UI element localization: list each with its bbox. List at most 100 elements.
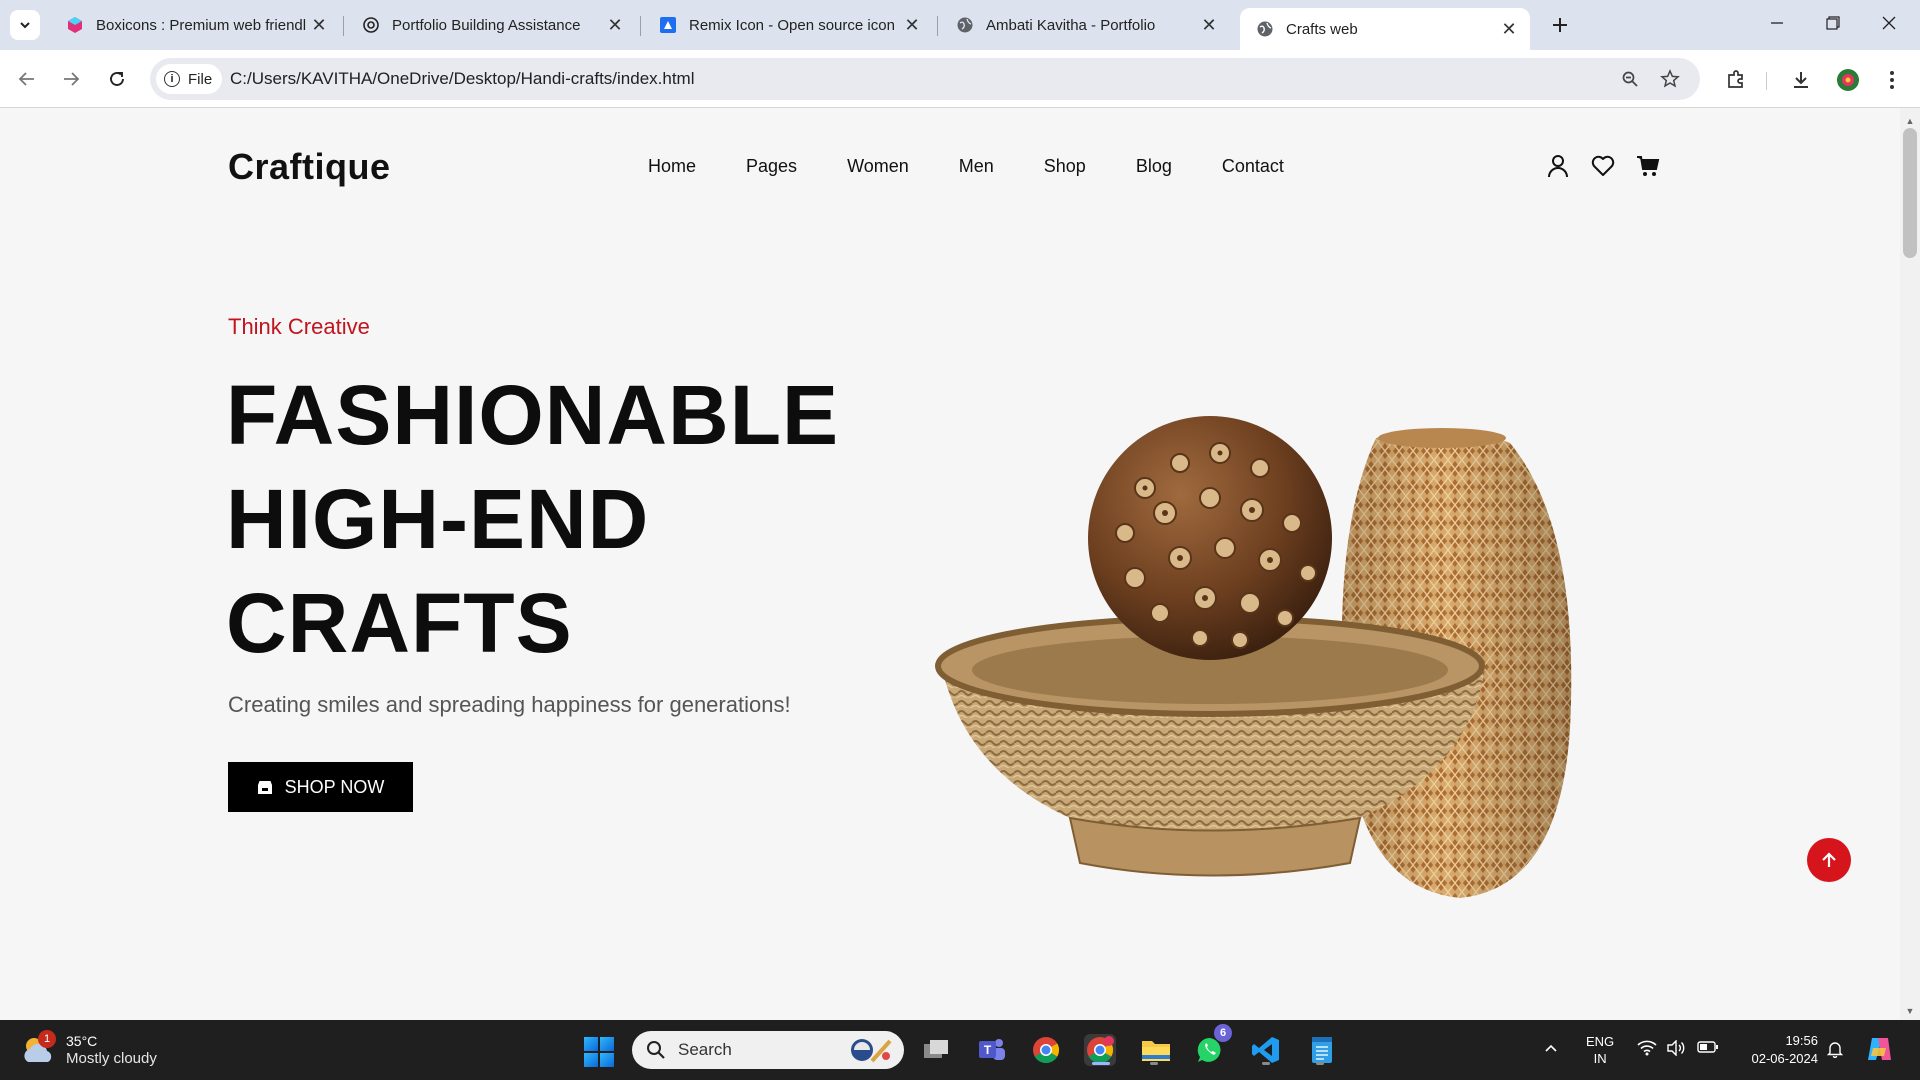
plus-icon [1553, 18, 1567, 32]
heart-icon[interactable] [1589, 152, 1617, 180]
scrollbar-thumb[interactable] [1903, 128, 1917, 258]
site-logo[interactable]: Craftique [228, 146, 391, 188]
close-tab-icon[interactable]: ✕ [1196, 15, 1222, 36]
tab-title: Remix Icon - Open source icon l [689, 16, 899, 34]
tab-divider [640, 16, 641, 36]
user-icon[interactable] [1544, 152, 1572, 180]
windows-logo-icon [600, 1053, 614, 1067]
tab-portfolio-assistance[interactable]: Portfolio Building Assistance ✕ [346, 8, 636, 42]
info-icon: i [164, 71, 180, 87]
wifi-icon[interactable] [1637, 1040, 1657, 1061]
back-button[interactable] [12, 64, 42, 94]
nav-pages[interactable]: Pages [746, 156, 797, 177]
download-icon[interactable] [1787, 66, 1815, 94]
start-button[interactable] [584, 1037, 614, 1067]
nav-blog[interactable]: Blog [1136, 156, 1172, 177]
tab-ambati-portfolio[interactable]: Ambati Kavitha - Portfolio ✕ [940, 8, 1230, 42]
close-tab-icon[interactable]: ✕ [1496, 19, 1522, 40]
language-indicator[interactable]: ENG IN [1586, 1033, 1614, 1067]
scroll-down-arrow-icon[interactable]: ▼ [1900, 1002, 1920, 1020]
language-code: ENG [1586, 1034, 1615, 1049]
store-icon [257, 781, 272, 794]
cart-icon[interactable] [1634, 152, 1662, 180]
minimize-icon [1771, 22, 1783, 24]
nav-contact[interactable]: Contact [1222, 156, 1284, 177]
active-app-indicator [1092, 1062, 1110, 1065]
address-bar[interactable]: i File C:/Users/KAVITHA/OneDrive/Desktop… [150, 58, 1700, 100]
site-info-chip[interactable]: i File [156, 64, 223, 94]
tab-remix-icon[interactable]: Remix Icon - Open source icon l ✕ [643, 8, 933, 42]
teams-icon[interactable]: T [976, 1034, 1008, 1066]
tab-title: Crafts web [1286, 20, 1358, 38]
search-icon [647, 1041, 665, 1059]
weather-condition: Mostly cloudy [66, 1050, 157, 1067]
restore-icon [1826, 16, 1840, 30]
nav-men[interactable]: Men [959, 156, 994, 177]
arrow-left-icon [18, 72, 34, 86]
tab-divider [343, 16, 344, 36]
minimize-button[interactable] [1750, 8, 1804, 38]
notifications-icon[interactable] [1826, 1040, 1844, 1063]
system-clock[interactable]: 19:56 02-06-2024 [1738, 1032, 1819, 1068]
extensions-icon[interactable] [1722, 66, 1750, 94]
tab-divider [937, 16, 938, 36]
new-tab-button[interactable] [1545, 10, 1575, 40]
cloudy-weather-icon: 1 [20, 1030, 56, 1066]
whatsapp-icon[interactable]: 6 [1194, 1024, 1232, 1066]
running-app-indicator [1150, 1062, 1158, 1065]
profile-avatar-icon[interactable] [1834, 66, 1862, 94]
chevron-up-icon[interactable] [1543, 1040, 1559, 1061]
weather-badge: 1 [38, 1030, 56, 1048]
copilot-icon[interactable] [1864, 1034, 1894, 1069]
headline-line: CRAFTS [226, 576, 573, 670]
browser-tab-bar: Boxicons : Premium web friendl ✕ Portfol… [0, 0, 1920, 50]
back-to-top-button[interactable] [1807, 838, 1851, 882]
nav-home[interactable]: Home [648, 156, 696, 177]
weather-widget[interactable]: 1 35°C Mostly cloudy [20, 1030, 157, 1068]
hero-crafts-image [935, 416, 1572, 898]
running-app-indicator [1262, 1062, 1270, 1065]
task-view-icon[interactable] [920, 1034, 952, 1066]
shop-now-button[interactable]: SHOP NOW [228, 762, 413, 812]
close-tab-icon[interactable]: ✕ [899, 15, 925, 36]
hero-headline: FASHIONABLE HIGH-END CRAFTS [226, 363, 839, 675]
url-text[interactable]: C:/Users/KAVITHA/OneDrive/Desktop/Handi-… [230, 69, 695, 89]
zoom-icon[interactable] [1618, 67, 1642, 91]
tab-search-button[interactable] [10, 10, 40, 40]
close-tab-icon[interactable]: ✕ [306, 15, 332, 36]
close-window-button[interactable] [1862, 8, 1916, 38]
close-tab-icon[interactable]: ✕ [602, 15, 628, 36]
globe-icon [1256, 20, 1274, 38]
chrome-icon[interactable] [1030, 1034, 1062, 1066]
clock-date: 02-06-2024 [1751, 1051, 1819, 1066]
arrow-up-icon [1822, 852, 1836, 867]
restore-button[interactable] [1806, 8, 1860, 38]
tab-boxicons[interactable]: Boxicons : Premium web friendl ✕ [50, 8, 340, 42]
search-placeholder: Search [678, 1040, 732, 1059]
tab-crafts-web[interactable]: Crafts web ✕ [1240, 8, 1530, 50]
hero-subtitle: Creating smiles and spreading happiness … [228, 692, 791, 717]
toolbar-divider [1766, 72, 1767, 90]
headline-line: HIGH-END [226, 472, 650, 566]
taskbar: 1 35°C Mostly cloudy Search T 6 ENG IN 1… [0, 1020, 1920, 1080]
bookmark-star-icon[interactable] [1658, 67, 1682, 91]
nav-shop[interactable]: Shop [1044, 156, 1086, 177]
nav-women[interactable]: Women [847, 156, 909, 177]
forward-button[interactable] [56, 64, 86, 94]
tab-title: Boxicons : Premium web friendl [96, 16, 306, 34]
tab-title: Ambati Kavitha - Portfolio [986, 16, 1156, 34]
battery-icon[interactable] [1697, 1040, 1719, 1059]
clock-time: 19:56 [1785, 1033, 1818, 1048]
running-app-indicator [1316, 1062, 1324, 1065]
hero-tagline: Think Creative [228, 314, 370, 339]
windows-logo-icon [584, 1037, 598, 1051]
volume-icon[interactable] [1666, 1039, 1686, 1061]
remixicon-favicon-icon [659, 16, 677, 34]
reload-button[interactable] [102, 64, 132, 94]
search-highlight-icon [851, 1039, 892, 1063]
main-nav: Home Pages Women Men Shop Blog Contact [648, 156, 1334, 177]
more-menu-icon[interactable] [1878, 66, 1906, 94]
browser-toolbar: i File C:/Users/KAVITHA/OneDrive/Desktop… [0, 50, 1920, 108]
taskbar-search[interactable]: Search [632, 1031, 904, 1069]
chatgpt-favicon-icon [362, 16, 380, 34]
